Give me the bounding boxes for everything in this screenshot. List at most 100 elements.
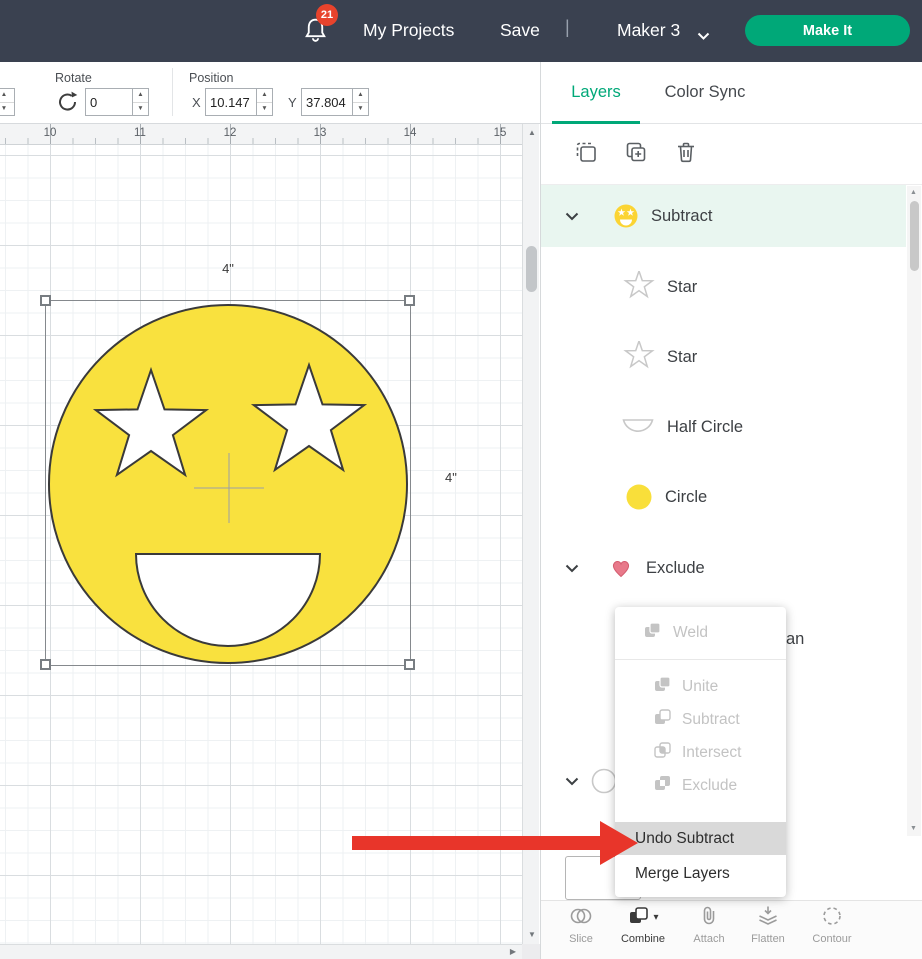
- panel-scrollbar[interactable]: ▲ ▼: [907, 186, 921, 836]
- layer-label: Star: [667, 348, 697, 367]
- delete-icon[interactable]: [674, 140, 698, 169]
- menu-item-exclude[interactable]: Exclude: [615, 769, 786, 802]
- resize-handle-bottom-right[interactable]: [404, 659, 415, 670]
- scroll-up-icon[interactable]: ▲: [910, 189, 917, 197]
- selection-height-label: 4": [445, 470, 457, 485]
- resize-handle-top-left[interactable]: [40, 295, 51, 306]
- ruler-tick-label: 13: [311, 127, 329, 139]
- layer-row-circle[interactable]: Circle: [541, 462, 906, 532]
- tab-color-sync[interactable]: Color Sync: [655, 62, 755, 123]
- rotate-label: Rotate: [55, 71, 92, 85]
- scroll-down-icon[interactable]: ▼: [528, 931, 536, 939]
- resize-handle-top-right[interactable]: [404, 295, 415, 306]
- contour-button[interactable]: Contour: [800, 905, 864, 945]
- chevron-down-icon[interactable]: [697, 27, 710, 45]
- position-y-input[interactable]: [301, 88, 353, 116]
- layer-group-exclude[interactable]: Exclude: [541, 537, 906, 599]
- select-all-icon[interactable]: [574, 140, 598, 169]
- canvas-vertical-scrollbar[interactable]: ▲ ▼: [522, 124, 539, 944]
- horizontal-ruler: 10 11 12 13 14 15: [0, 124, 522, 145]
- scroll-down-icon[interactable]: ▼: [910, 825, 917, 833]
- combine-caret-icon: ▾: [653, 912, 658, 923]
- menu-item-undo-subtract[interactable]: Undo Subtract: [615, 822, 786, 855]
- unite-icon: [654, 676, 671, 698]
- half-circle-icon: [621, 417, 655, 437]
- flatten-icon: [756, 905, 780, 930]
- combine-button[interactable]: ▾ Combine: [611, 905, 675, 945]
- position-label: Position: [189, 71, 233, 85]
- attach-label: Attach: [693, 933, 724, 945]
- ruler-tick-label: 10: [41, 127, 59, 139]
- save-button[interactable]: Save: [500, 20, 540, 41]
- flatten-label: Flatten: [751, 933, 785, 945]
- layer-label: Star: [667, 278, 697, 297]
- annotation-arrow-head: [600, 821, 638, 865]
- slice-icon: [569, 905, 593, 930]
- layer-label: Half Circle: [667, 418, 743, 437]
- toolbar-divider: [172, 68, 173, 116]
- attach-icon: [698, 905, 720, 930]
- layer-row-half-circle[interactable]: Half Circle: [541, 392, 906, 462]
- ruler-tick-label: 12: [221, 127, 239, 139]
- duplicate-icon[interactable]: [624, 140, 648, 169]
- heart-icon: [609, 556, 633, 580]
- menu-item-subtract[interactable]: Subtract: [615, 703, 786, 736]
- canvas-horizontal-scrollbar[interactable]: ▶: [0, 944, 522, 959]
- scroll-right-icon[interactable]: ▶: [510, 948, 516, 956]
- layer-row-star-2[interactable]: Star: [541, 322, 906, 392]
- layer-group-subtract[interactable]: Subtract: [541, 185, 906, 247]
- position-x-input[interactable]: [205, 88, 257, 116]
- layer-actions-row: [541, 124, 922, 185]
- position-y-stepper[interactable]: ▲▼: [352, 88, 369, 116]
- circle-outline-icon: [591, 768, 617, 794]
- menu-item-weld[interactable]: Weld: [615, 607, 786, 660]
- chevron-down-icon[interactable]: [565, 564, 581, 573]
- menu-item-intersect[interactable]: Intersect: [615, 736, 786, 769]
- machine-selector[interactable]: Maker 3: [617, 20, 680, 41]
- menu-spacer: [615, 802, 786, 822]
- my-projects-link[interactable]: My Projects: [363, 20, 454, 41]
- menu-item-merge-layers[interactable]: Merge Layers: [615, 855, 786, 892]
- rotate-stepper[interactable]: ▲▼: [132, 88, 149, 116]
- menu-item-label: Intersect: [682, 744, 741, 762]
- tab-layers[interactable]: Layers: [552, 62, 640, 123]
- exclude-icon: [654, 775, 671, 797]
- nav-separator: |: [565, 17, 570, 38]
- resize-handle-bottom-left[interactable]: [40, 659, 51, 670]
- slice-label: Slice: [569, 933, 593, 945]
- panel-scroll-thumb[interactable]: [910, 201, 919, 271]
- menu-item-unite[interactable]: Unite: [615, 670, 786, 703]
- combine-menu: Weld Unite Subtract Intersect Exclude Un…: [615, 607, 786, 897]
- selection-bounding-box[interactable]: [45, 300, 411, 666]
- slice-button[interactable]: Slice: [549, 905, 613, 945]
- make-it-button[interactable]: Make It: [745, 15, 910, 46]
- position-x-label: X: [192, 95, 201, 110]
- intersect-icon: [654, 742, 671, 764]
- layer-label: Subtract: [651, 207, 712, 226]
- layer-label: Circle: [665, 488, 707, 507]
- ruler-tick-label: 15: [491, 127, 509, 139]
- weld-icon: [644, 622, 661, 644]
- attach-button[interactable]: Attach: [677, 905, 741, 945]
- contour-label: Contour: [812, 933, 851, 945]
- position-x-stepper[interactable]: ▲▼: [256, 88, 273, 116]
- scroll-up-icon[interactable]: ▲: [528, 129, 536, 137]
- vertical-scroll-thumb[interactable]: [526, 246, 537, 292]
- clipped-stepper[interactable]: ▲▼: [0, 88, 15, 116]
- menu-item-label: Exclude: [682, 777, 737, 795]
- ruler-tick-label: 11: [131, 127, 149, 139]
- layer-label: Exclude: [646, 559, 705, 578]
- selection-width-label: 4": [219, 261, 237, 276]
- combine-icon: [627, 905, 651, 930]
- notification-count-badge: 21: [316, 4, 338, 26]
- menu-item-label: Weld: [673, 624, 708, 642]
- chevron-down-icon[interactable]: [565, 777, 581, 786]
- layer-row-star-1[interactable]: Star: [541, 252, 906, 322]
- rotate-input[interactable]: [85, 88, 133, 116]
- flatten-button[interactable]: Flatten: [736, 905, 800, 945]
- rotate-icon[interactable]: [56, 90, 80, 119]
- chevron-down-icon[interactable]: [565, 212, 581, 221]
- ruler-tick-label: 14: [401, 127, 419, 139]
- top-navigation: 21 My Projects Save | Maker 3 Make It: [0, 0, 922, 62]
- annotation-arrow: [352, 836, 604, 850]
